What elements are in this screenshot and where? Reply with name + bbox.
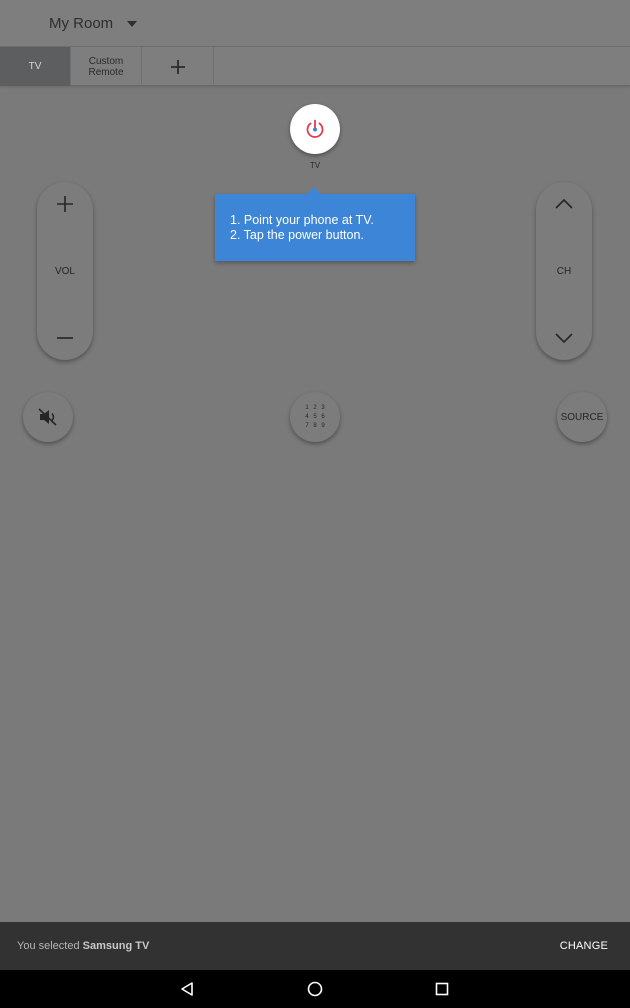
home-circle-icon bbox=[307, 981, 323, 997]
snackbar: You selected Samsung TV CHANGE bbox=[0, 922, 630, 970]
power-button[interactable] bbox=[290, 104, 340, 154]
source-label: SOURCE bbox=[560, 411, 604, 423]
keypad-digit: 1 bbox=[305, 405, 309, 411]
tab-label: Custom Remote bbox=[88, 55, 124, 78]
tab-custom-remote[interactable]: Custom Remote bbox=[71, 47, 142, 86]
volume-label: VOL bbox=[54, 266, 75, 277]
plus-icon bbox=[57, 196, 73, 212]
selected-device-name: Samsung TV bbox=[82, 940, 150, 952]
number-keypad-button[interactable]: 1 2 3 4 5 6 7 8 9 bbox=[290, 392, 340, 442]
change-device-button[interactable]: CHANGE bbox=[560, 940, 608, 952]
power-device-label: TV bbox=[309, 161, 321, 170]
keypad-digit: 9 bbox=[321, 423, 325, 429]
power-icon bbox=[306, 119, 324, 138]
keypad-digit: 7 bbox=[305, 423, 309, 429]
recents-button[interactable] bbox=[431, 978, 453, 1000]
channel-label: CH bbox=[556, 266, 572, 277]
keypad-digit: 2 bbox=[313, 405, 317, 411]
snackbar-message: You selected Samsung TV bbox=[17, 940, 149, 952]
app-header: My Room bbox=[0, 0, 630, 47]
source-button[interactable]: SOURCE bbox=[557, 392, 607, 442]
channel-rocker: CH bbox=[536, 182, 592, 360]
remote-tabs: TV Custom Remote bbox=[0, 47, 630, 86]
keypad-digit: 8 bbox=[313, 423, 317, 429]
volume-down-button[interactable] bbox=[37, 318, 93, 358]
minus-icon bbox=[57, 337, 73, 339]
home-button[interactable] bbox=[304, 978, 326, 1000]
mute-button[interactable] bbox=[23, 392, 73, 442]
snackbar-message-prefix: You selected bbox=[17, 940, 83, 952]
keypad-digit: 4 bbox=[305, 414, 309, 420]
volume-up-button[interactable] bbox=[37, 184, 93, 224]
volume-rocker: VOL bbox=[37, 182, 93, 360]
plus-icon bbox=[171, 59, 185, 74]
chevron-up-icon bbox=[555, 198, 573, 209]
chevron-down-icon bbox=[555, 333, 573, 344]
recents-square-icon bbox=[435, 982, 449, 996]
instruction-tooltip: 1. Point your phone at TV. 2. Tap the po… bbox=[215, 187, 415, 261]
keypad-digit: 3 bbox=[321, 405, 325, 411]
keypad-digit: 5 bbox=[313, 414, 317, 420]
keypad-digit: 6 bbox=[321, 414, 325, 420]
tooltip-step-2: 2. Tap the power button. bbox=[230, 228, 364, 242]
tab-label: TV bbox=[28, 61, 42, 72]
room-name: My Room bbox=[49, 15, 114, 32]
tab-tv[interactable]: TV bbox=[0, 47, 71, 86]
back-triangle-icon bbox=[181, 982, 193, 996]
tooltip-step-1: 1. Point your phone at TV. bbox=[230, 213, 374, 227]
system-nav-bar bbox=[0, 970, 630, 1008]
add-remote-tab[interactable] bbox=[143, 47, 214, 86]
mute-icon bbox=[38, 408, 57, 426]
back-button[interactable] bbox=[176, 978, 198, 1000]
channel-down-button[interactable] bbox=[536, 318, 592, 358]
channel-up-button[interactable] bbox=[536, 184, 592, 224]
keypad-icon: 1 2 3 4 5 6 7 8 9 bbox=[303, 404, 327, 430]
room-selector[interactable]: My Room bbox=[49, 15, 138, 32]
dropdown-caret-icon bbox=[127, 20, 138, 27]
